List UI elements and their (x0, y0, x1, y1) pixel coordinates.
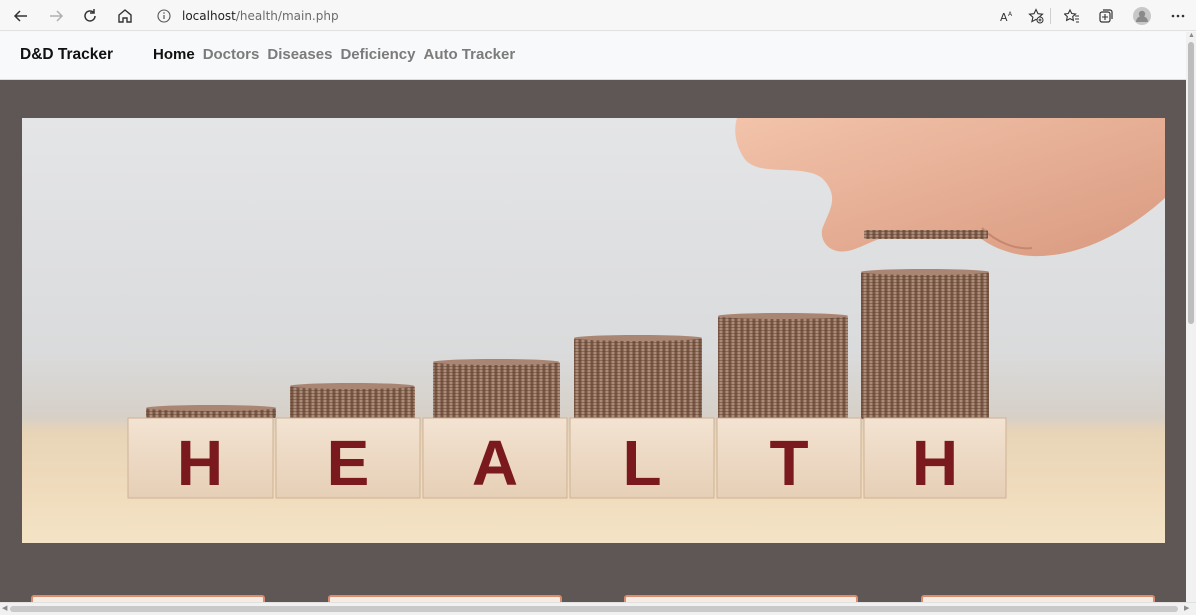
browser-toolbar: localhost/health/main.php AA (0, 0, 1196, 31)
hero-image: H E A L T H (22, 118, 1165, 543)
letter-a: A (472, 427, 518, 499)
vertical-scroll-thumb[interactable] (1188, 42, 1194, 324)
health-coins-illustration: H E A L T H (127, 118, 1165, 499)
nav-link-home[interactable]: Home (153, 46, 195, 63)
site-navbar: D&D Tracker Home Doctors Diseases Defici… (0, 32, 1186, 80)
nav-links: Home Doctors Diseases Deficiency Auto Tr… (153, 46, 515, 63)
horizontal-scrollbar[interactable]: ◀ ▶ (0, 602, 1196, 615)
scroll-right-icon[interactable]: ▶ (1184, 604, 1189, 612)
hand-graphic (735, 118, 1165, 257)
home-icon[interactable] (114, 5, 136, 27)
nav-link-auto-tracker[interactable]: Auto Tracker (423, 46, 515, 63)
nav-link-doctors[interactable]: Doctors (203, 46, 260, 63)
url-path: /health/main.php (235, 9, 339, 23)
letter-h2: H (912, 427, 958, 499)
vertical-scrollbar[interactable]: ▲ (1186, 32, 1196, 602)
feature-card-2[interactable] (328, 595, 562, 602)
forward-arrow-icon[interactable] (45, 5, 67, 27)
letter-blocks (127, 417, 1007, 499)
brand-logo[interactable]: D&D Tracker (20, 46, 113, 64)
url-text: localhost/health/main.php (182, 9, 339, 23)
page-body: D&D Tracker Home Doctors Diseases Defici… (0, 32, 1186, 602)
letter-e: E (327, 427, 370, 499)
feature-card-4[interactable] (921, 595, 1155, 602)
scroll-up-icon[interactable]: ▲ (1188, 32, 1195, 39)
nav-link-diseases[interactable]: Diseases (267, 46, 332, 63)
more-icon[interactable] (1167, 5, 1189, 27)
collections-icon[interactable] (1095, 5, 1117, 27)
favorites-icon[interactable] (1061, 5, 1083, 27)
url-host: localhost (182, 9, 236, 23)
letter-t: T (769, 427, 808, 499)
add-favorite-icon[interactable] (1025, 5, 1047, 27)
back-arrow-icon[interactable] (10, 5, 32, 27)
feature-card-3[interactable] (624, 595, 858, 602)
coin-stacks (146, 269, 989, 419)
read-aloud-icon[interactable]: AA (997, 5, 1019, 27)
toolbar-divider (1050, 8, 1051, 24)
reload-icon[interactable] (79, 5, 101, 27)
svg-text:A: A (1008, 11, 1013, 18)
letter-h1: H (177, 427, 223, 499)
scroll-left-icon[interactable]: ◀ (2, 604, 7, 612)
profile-icon[interactable] (1131, 5, 1153, 27)
nav-link-deficiency[interactable]: Deficiency (340, 46, 415, 63)
address-bar[interactable]: localhost/health/main.php (148, 4, 1048, 28)
svg-text:A: A (1000, 11, 1008, 23)
feature-card-1[interactable] (31, 595, 265, 602)
info-icon[interactable] (156, 8, 172, 24)
horizontal-scroll-thumb[interactable] (10, 606, 1178, 612)
letter-l: L (622, 427, 661, 499)
